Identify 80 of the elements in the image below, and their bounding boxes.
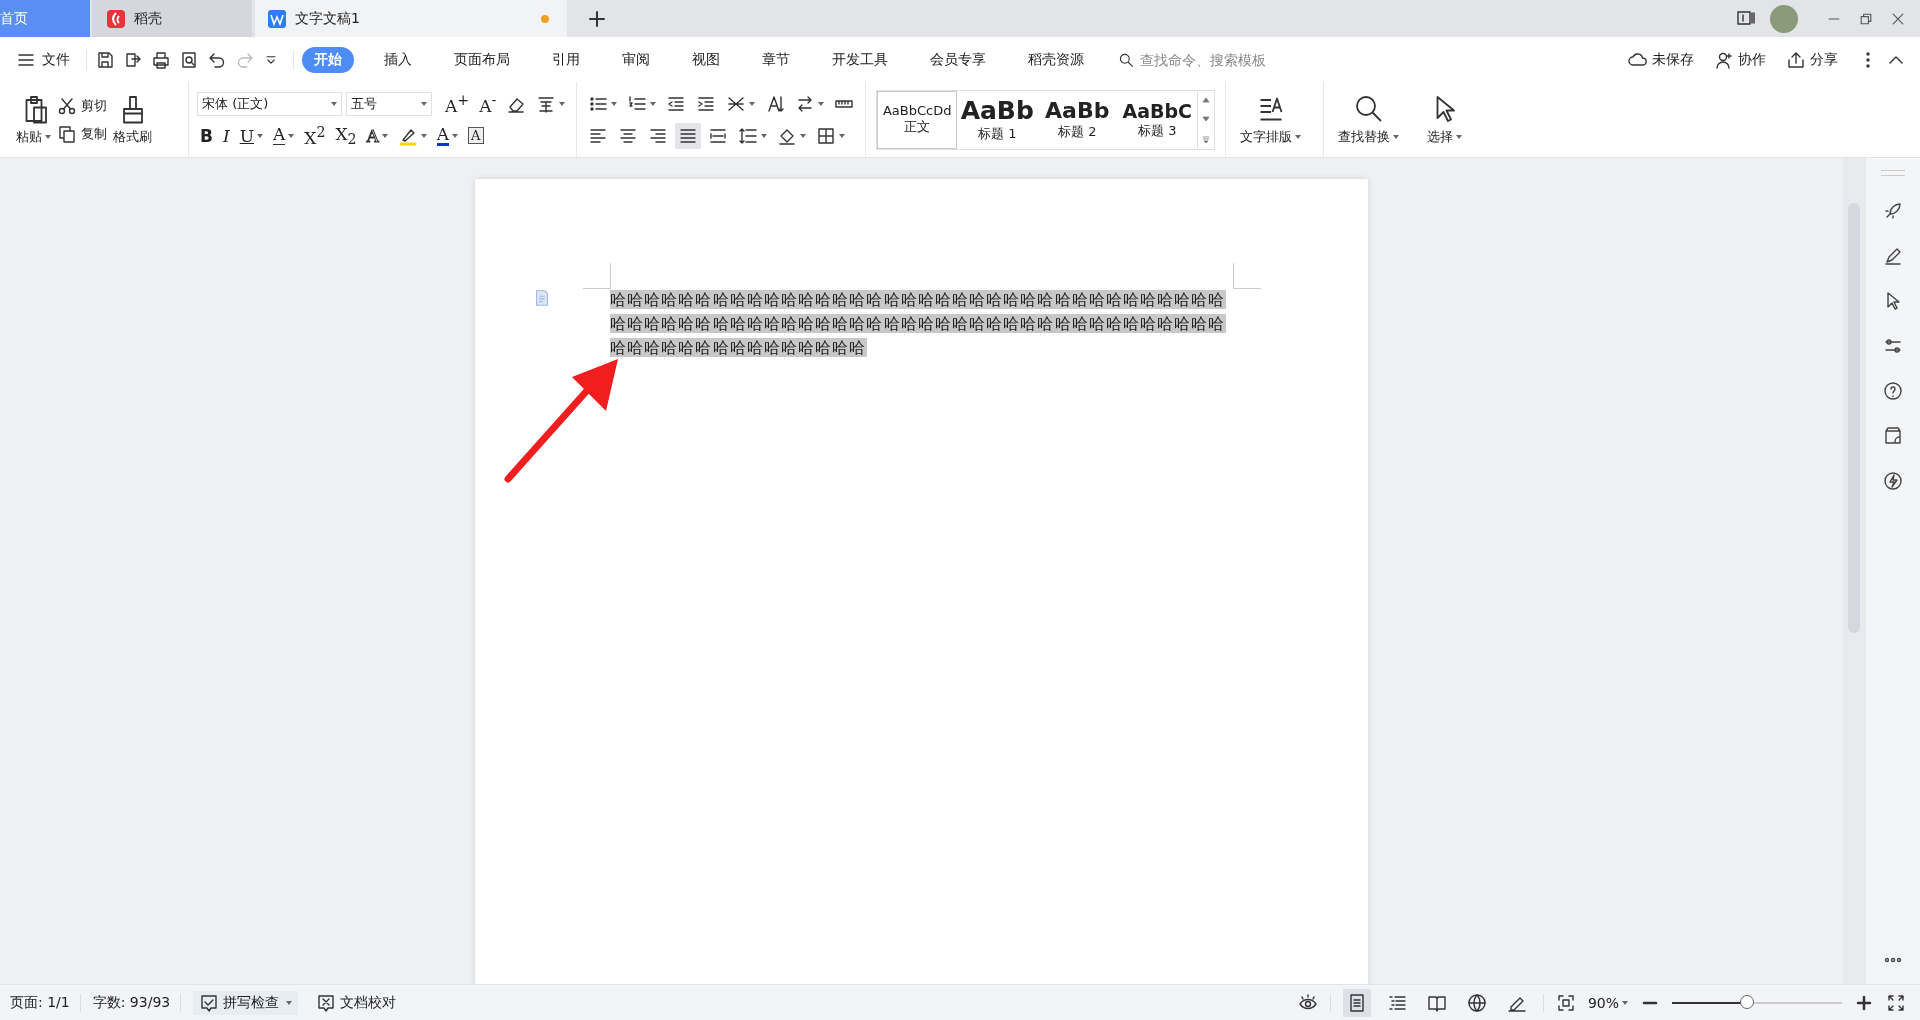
- ribbon-tab[interactable]: 稻壳资源: [1016, 46, 1096, 73]
- search-icon: [1118, 51, 1134, 68]
- zoom-dropdown[interactable]: 90%: [1587, 994, 1628, 1011]
- zoom-slider[interactable]: [1672, 994, 1842, 1011]
- document-tab[interactable]: 文字文稿1: [255, 0, 567, 37]
- text-effect-button[interactable]: A: [363, 122, 391, 149]
- character-border-button[interactable]: A: [465, 122, 487, 149]
- share-icon: [1786, 49, 1806, 70]
- scissors-icon: [57, 95, 77, 116]
- font-color-button[interactable]: A: [433, 122, 462, 149]
- page-view-button[interactable]: [1342, 988, 1371, 1017]
- style-preset[interactable]: AaBbC 标题 3: [1117, 90, 1198, 149]
- save-status-button[interactable]: 未保存: [1628, 49, 1694, 70]
- shop-icon[interactable]: [1883, 426, 1903, 446]
- ribbon-tab[interactable]: 视图: [680, 46, 732, 73]
- format-painter-button[interactable]: 格式刷: [113, 93, 152, 146]
- proofread-button[interactable]: 文档校对: [310, 990, 403, 1015]
- select-button[interactable]: 选择: [1413, 82, 1477, 157]
- vertical-scrollbar[interactable]: [1843, 158, 1865, 984]
- fullscreen-icon[interactable]: [1886, 992, 1906, 1013]
- share-button[interactable]: 分享: [1786, 49, 1838, 70]
- grow-font-button[interactable]: A$^{+}$: [442, 90, 473, 117]
- bold-button[interactable]: B: [197, 122, 216, 149]
- expand-gallery-icon[interactable]: [1201, 133, 1212, 144]
- page-count: 页面: 1/1: [10, 993, 81, 1012]
- cut-button[interactable]: 剪切: [57, 95, 107, 116]
- spell-check-button[interactable]: 拼写检查: [193, 990, 299, 1015]
- scroll-up-icon[interactable]: [1201, 95, 1212, 106]
- settings-icon[interactable]: [1883, 336, 1903, 356]
- sort-icon: [765, 93, 786, 114]
- slider-thumb[interactable]: [1739, 994, 1754, 1009]
- ribbon-tab[interactable]: 引用: [540, 46, 592, 73]
- ribbon-tab[interactable]: 页面布局: [442, 46, 522, 73]
- copy-icon: [57, 123, 77, 144]
- ribbon-tab[interactable]: 会员专享: [918, 46, 998, 73]
- font-size-dropdown[interactable]: 五号: [346, 91, 432, 116]
- document-logo-icon: [267, 8, 287, 29]
- shrink-font-button[interactable]: A$^{-}$: [476, 90, 500, 117]
- document-tab[interactable]: 稻壳: [92, 0, 252, 37]
- pen-icon[interactable]: [1883, 246, 1903, 266]
- font-name-dropdown[interactable]: 宋体 (正文): [197, 91, 342, 116]
- ribbon-tab[interactable]: 审阅: [610, 46, 662, 73]
- lightning-icon[interactable]: [1883, 471, 1903, 491]
- italic-button[interactable]: I: [219, 122, 233, 149]
- help-icon[interactable]: [1883, 381, 1903, 401]
- word-count: 字数: 93/93: [92, 993, 182, 1012]
- print-preview-icon[interactable]: [179, 49, 199, 70]
- checkmark-icon: [199, 992, 220, 1013]
- crop-mark: [583, 263, 611, 289]
- underline-button[interactable]: U: [236, 122, 266, 149]
- command-search-field[interactable]: 查找命令、搜索模板: [1118, 50, 1298, 69]
- justify-button[interactable]: [675, 122, 702, 149]
- collaborate-button[interactable]: 协作: [1714, 49, 1766, 70]
- file-menu-button[interactable]: 文件: [16, 49, 87, 70]
- find-replace-button[interactable]: 查找替换: [1324, 82, 1414, 157]
- text-layout-button[interactable]: 文字排版: [1226, 82, 1325, 157]
- borders-icon: [816, 125, 837, 146]
- print-icon[interactable]: [151, 49, 171, 70]
- script-button[interactable]: X$^{2}$: [301, 122, 329, 149]
- ribbon-tab[interactable]: 开发工具: [820, 46, 900, 73]
- strikethrough-button[interactable]: A: [270, 122, 298, 149]
- save-icon[interactable]: [95, 49, 115, 70]
- style-preset[interactable]: AaBbCcDd 正文: [877, 90, 958, 149]
- ribbon-tab[interactable]: 章节: [750, 46, 802, 73]
- ribbon-tab[interactable]: 插入: [372, 46, 424, 73]
- copy-button[interactable]: 复制: [57, 123, 107, 144]
- style-preset[interactable]: AaBb 标题 2: [1037, 90, 1118, 149]
- paste-button[interactable]: 粘贴: [16, 93, 51, 146]
- crop-mark: [1233, 263, 1261, 289]
- search-icon: [1353, 93, 1384, 124]
- style-preset[interactable]: AaBb 标题 1: [957, 90, 1038, 149]
- new-tab-icon[interactable]: [587, 8, 607, 29]
- document-text: 哈哈哈哈哈哈哈哈哈哈哈哈哈哈哈哈哈哈哈哈哈哈哈哈哈哈哈哈哈哈哈哈哈哈哈哈哈哈哈哈哈哈哈哈哈哈哈哈哈哈哈哈哈哈哈哈哈哈哈哈哈哈哈哈哈哈哈哈哈哈哈哈哈哈哈哈哈哈哈哈哈哈哈哈哈哈哈: [610, 289, 1227, 359]
- cross-icon: [316, 992, 337, 1013]
- fit-page-icon[interactable]: [1555, 992, 1576, 1013]
- line-spacing-icon: [738, 125, 759, 146]
- globe-icon: [1466, 992, 1487, 1013]
- paragraph-handle-icon[interactable]: [533, 289, 551, 307]
- script-button[interactable]: X$_{2}$: [332, 122, 360, 149]
- flame-logo-icon: [106, 8, 126, 29]
